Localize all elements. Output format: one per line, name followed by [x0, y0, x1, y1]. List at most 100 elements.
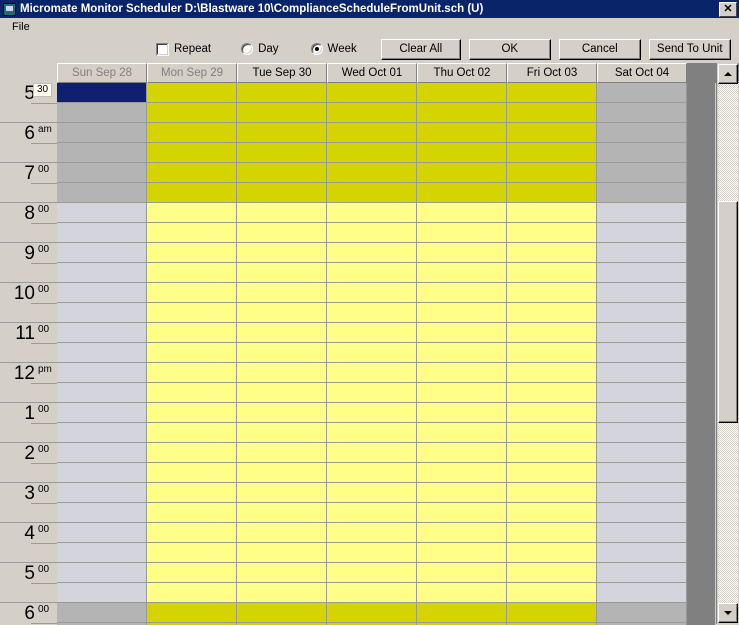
- schedule-cell[interactable]: [237, 563, 327, 583]
- schedule-cell[interactable]: [57, 103, 147, 123]
- schedule-cell[interactable]: [417, 403, 507, 423]
- schedule-cell[interactable]: [237, 583, 327, 603]
- schedule-cell[interactable]: [417, 463, 507, 483]
- schedule-cell[interactable]: [57, 503, 147, 523]
- schedule-cell[interactable]: [57, 283, 147, 303]
- schedule-cell[interactable]: [327, 323, 417, 343]
- schedule-cell[interactable]: [597, 223, 687, 243]
- day-column-header[interactable]: Tue Sep 30: [237, 63, 327, 83]
- schedule-cell[interactable]: [417, 523, 507, 543]
- schedule-cell[interactable]: [327, 443, 417, 463]
- window-titlebar[interactable]: Micromate Monitor Scheduler D:\Blastware…: [0, 0, 739, 18]
- schedule-cell[interactable]: [147, 223, 237, 243]
- schedule-cell[interactable]: [57, 583, 147, 603]
- schedule-cell[interactable]: [147, 163, 237, 183]
- schedule-cell[interactable]: [57, 123, 147, 143]
- schedule-cell[interactable]: [237, 543, 327, 563]
- schedule-cell[interactable]: [57, 143, 147, 163]
- schedule-cell[interactable]: [507, 583, 597, 603]
- schedule-cell[interactable]: [237, 523, 327, 543]
- schedule-cell[interactable]: [57, 363, 147, 383]
- menu-item-file[interactable]: File: [9, 20, 33, 34]
- schedule-cell[interactable]: [57, 343, 147, 363]
- day-column-header[interactable]: Sat Oct 04: [597, 63, 687, 83]
- schedule-cell[interactable]: [597, 283, 687, 303]
- schedule-cell[interactable]: [147, 383, 237, 403]
- schedule-cell[interactable]: [237, 423, 327, 443]
- schedule-cell[interactable]: [597, 503, 687, 523]
- schedule-cell[interactable]: [327, 83, 417, 103]
- schedule-cell[interactable]: [147, 323, 237, 343]
- schedule-cell[interactable]: [327, 263, 417, 283]
- schedule-cell[interactable]: [327, 163, 417, 183]
- schedule-cell[interactable]: [597, 303, 687, 323]
- schedule-cell[interactable]: [147, 303, 237, 323]
- schedule-cell[interactable]: [57, 243, 147, 263]
- schedule-cell[interactable]: [597, 203, 687, 223]
- schedule-cell[interactable]: [507, 163, 597, 183]
- schedule-cell[interactable]: [327, 123, 417, 143]
- schedule-cell[interactable]: [147, 563, 237, 583]
- schedule-cell[interactable]: [147, 243, 237, 263]
- schedule-cell[interactable]: [237, 443, 327, 463]
- schedule-cell[interactable]: [57, 203, 147, 223]
- schedule-cell[interactable]: [147, 363, 237, 383]
- schedule-cell[interactable]: [507, 343, 597, 363]
- schedule-cell[interactable]: [417, 283, 507, 303]
- schedule-cell[interactable]: [237, 203, 327, 223]
- schedule-cell[interactable]: [597, 143, 687, 163]
- schedule-cell[interactable]: [507, 523, 597, 543]
- schedule-cell[interactable]: [237, 343, 327, 363]
- schedule-cell[interactable]: [417, 363, 507, 383]
- schedule-cell[interactable]: [507, 303, 597, 323]
- schedule-cell[interactable]: [147, 503, 237, 523]
- schedule-cell[interactable]: [417, 563, 507, 583]
- schedule-cell[interactable]: [327, 243, 417, 263]
- schedule-cell[interactable]: [417, 423, 507, 443]
- schedule-cell[interactable]: [327, 563, 417, 583]
- schedule-cell[interactable]: [237, 483, 327, 503]
- schedule-cell[interactable]: [507, 183, 597, 203]
- schedule-cell[interactable]: [417, 203, 507, 223]
- schedule-cell[interactable]: [417, 123, 507, 143]
- schedule-cell[interactable]: [507, 243, 597, 263]
- schedule-cell[interactable]: [147, 443, 237, 463]
- schedule-cell[interactable]: [57, 403, 147, 423]
- schedule-cell[interactable]: [597, 83, 687, 103]
- scroll-down-icon[interactable]: [718, 603, 738, 623]
- schedule-cell[interactable]: [237, 603, 327, 623]
- schedule-cell[interactable]: [597, 383, 687, 403]
- schedule-cell[interactable]: [57, 303, 147, 323]
- schedule-cell[interactable]: [417, 383, 507, 403]
- schedule-cell[interactable]: [57, 263, 147, 283]
- schedule-cell[interactable]: [147, 543, 237, 563]
- schedule-cell[interactable]: [327, 583, 417, 603]
- schedule-cell[interactable]: [57, 383, 147, 403]
- schedule-cell[interactable]: [417, 583, 507, 603]
- schedule-cell[interactable]: [147, 83, 237, 103]
- schedule-cell[interactable]: [507, 203, 597, 223]
- schedule-cell[interactable]: [597, 423, 687, 443]
- day-column-header[interactable]: Fri Oct 03: [507, 63, 597, 83]
- schedule-cell[interactable]: [507, 443, 597, 463]
- ok-button[interactable]: OK: [468, 38, 551, 60]
- schedule-cell[interactable]: [327, 303, 417, 323]
- schedule-cell[interactable]: [147, 283, 237, 303]
- schedule-cell[interactable]: [507, 423, 597, 443]
- schedule-cell[interactable]: [237, 103, 327, 123]
- schedule-cell[interactable]: [237, 323, 327, 343]
- repeat-checkbox[interactable]: Repeat: [156, 42, 211, 56]
- schedule-cell[interactable]: [57, 443, 147, 463]
- schedule-cell[interactable]: [237, 503, 327, 523]
- schedule-cell[interactable]: [57, 483, 147, 503]
- schedule-cell[interactable]: [327, 403, 417, 423]
- schedule-cell[interactable]: [417, 443, 507, 463]
- schedule-cell[interactable]: [507, 103, 597, 123]
- schedule-cell[interactable]: [597, 243, 687, 263]
- schedule-cell[interactable]: [327, 363, 417, 383]
- schedule-cell[interactable]: [417, 323, 507, 343]
- schedule-cell[interactable]: [507, 563, 597, 583]
- schedule-cell[interactable]: [147, 523, 237, 543]
- schedule-cell[interactable]: [147, 123, 237, 143]
- scrollbar-thumb[interactable]: [718, 201, 738, 423]
